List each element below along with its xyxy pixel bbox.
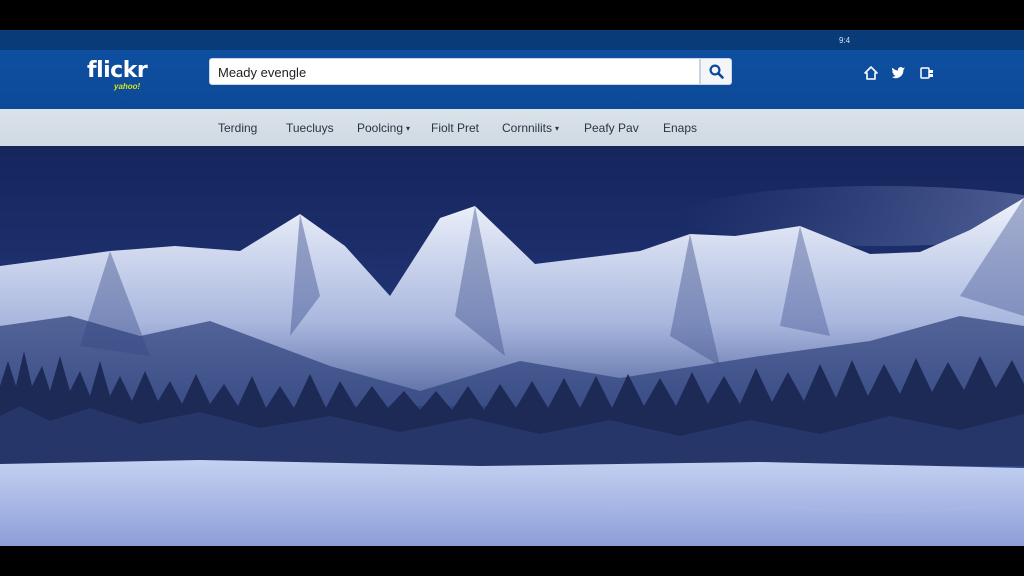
status-text: 9:4 <box>839 36 851 45</box>
search-button[interactable] <box>700 58 732 85</box>
nav-item-4[interactable]: Fiolt Pret <box>431 121 479 135</box>
home-icon[interactable] <box>863 65 879 81</box>
nav-item-6[interactable]: Peafy Pav <box>584 121 639 135</box>
nav-item-7[interactable]: Enaps <box>663 121 697 135</box>
search-box[interactable] <box>209 58 700 86</box>
nav-item-2[interactable]: Tuecluys <box>286 121 334 135</box>
nav-item-5[interactable]: Cornnilits ▾ <box>502 121 559 135</box>
nav-item-label: Enaps <box>663 121 698 135</box>
search-icon <box>709 64 724 79</box>
bottom-letterbox <box>0 546 1024 576</box>
nav-item-label: Cornnilits <box>502 121 553 135</box>
nav-item-label: Terding <box>218 121 258 135</box>
nav-item-label: Peafy Pav <box>584 121 639 135</box>
twitter-icon[interactable] <box>890 65 906 81</box>
nav-item-3[interactable]: Poolcing ▾ <box>357 121 410 135</box>
flickr-logo[interactable]: flickr <box>87 58 148 83</box>
search-input[interactable] <box>216 59 695 86</box>
chevron-down-icon: ▾ <box>555 124 560 133</box>
apps-icon[interactable] <box>919 65 935 81</box>
nav-item-label: Tuecluys <box>286 121 334 135</box>
nav-item-label: Fiolt Pret <box>431 121 480 135</box>
nav-item-label: Poolcing <box>357 121 404 135</box>
chevron-down-icon: ▾ <box>406 124 411 133</box>
logo-tagline: yahoo! <box>114 82 141 91</box>
nav-item-1[interactable]: Terding <box>218 121 257 135</box>
top-letterbox <box>0 0 1024 30</box>
mountain-landscape-image <box>0 146 1024 546</box>
status-bar: 9:4 <box>0 30 1024 50</box>
hero-photo[interactable] <box>0 146 1024 546</box>
